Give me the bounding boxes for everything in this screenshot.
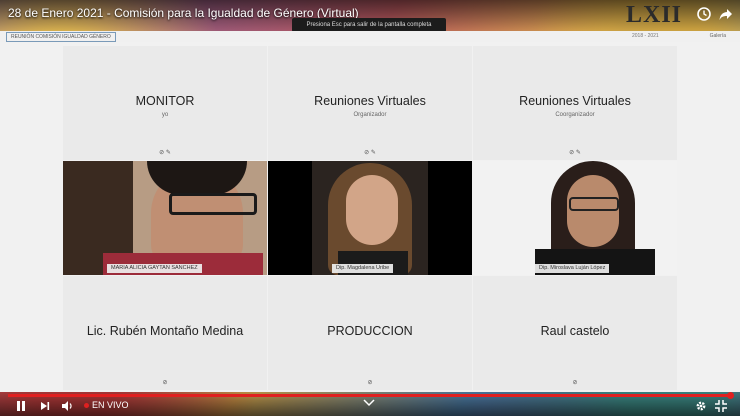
meeting-name-tag: REUNIÓN COMISIÓN IGUALDAD GÉNERO [6, 32, 116, 42]
participant-name: PRODUCCION [327, 324, 413, 338]
exit-fullscreen-icon[interactable] [714, 399, 728, 413]
gallery-grid: MONITOR yo ⊘ ✎ Reuniones Virtuales Organ… [63, 46, 677, 390]
participant-tile[interactable]: Lic. Rubén Montaño Medina ⊘ [63, 276, 267, 390]
mic-muted-icon: ⊘ [572, 380, 578, 386]
volume-icon[interactable] [60, 399, 74, 413]
participant-name-label: MARIA ALICIA GAYTAN SANCHEZ [107, 264, 202, 273]
participant-tile[interactable]: Raul castelo ⊘ [473, 276, 677, 390]
skip-next-icon[interactable] [38, 399, 52, 413]
legislature-period: 2018 - 2021 [632, 33, 659, 39]
participant-video-tile[interactable]: MARIA ALICIA GAYTAN SANCHEZ [63, 161, 267, 275]
meeting-info-strip: REUNIÓN COMISIÓN IGUALDAD GÉNERO 2018 - … [0, 31, 740, 42]
settings-gear-icon[interactable] [694, 399, 708, 413]
mic-muted-icon: ⊘ ✎ [159, 150, 171, 156]
participant-video-tile[interactable]: Dip. Miroslava Luján López [473, 161, 677, 275]
watch-later-icon[interactable] [696, 6, 712, 22]
mic-muted-icon: ⊘ ✎ [364, 150, 376, 156]
eyeglasses [169, 193, 257, 215]
share-icon[interactable] [718, 6, 734, 22]
participant-face [567, 175, 619, 247]
participant-name: Reuniones Virtuales [314, 94, 426, 108]
view-mode-label[interactable]: Galería [710, 33, 726, 39]
participant-face [346, 175, 398, 245]
participant-role: Organizador [353, 112, 387, 118]
progress-bar[interactable] [8, 394, 732, 397]
participant-name: Raul castelo [540, 324, 610, 338]
participant-role: yo [161, 112, 169, 118]
mic-muted-icon: ⊘ [162, 380, 168, 386]
participant-video-tile[interactable]: Dip. Magdalena Uribe [268, 161, 472, 275]
participant-tile[interactable]: MONITOR yo ⊘ ✎ [63, 46, 267, 160]
eyeglasses [569, 197, 619, 211]
video-frame: 28 de Enero 2021 - Comisión para la Igua… [0, 0, 740, 416]
participant-name: MONITOR [135, 94, 195, 108]
chamber-logo: LXII [626, 2, 683, 28]
live-label: EN VIVO [92, 400, 129, 410]
meeting-app: MONITOR yo ⊘ ✎ Reuniones Virtuales Organ… [0, 42, 740, 392]
chevron-down-icon[interactable] [362, 398, 376, 408]
fullscreen-toast: Presiona Esc para salir de la pantalla c… [292, 18, 446, 32]
live-indicator[interactable]: EN VIVO [84, 400, 129, 410]
participant-tile[interactable]: PRODUCCION ⊘ [268, 276, 472, 390]
live-dot-icon [84, 403, 89, 409]
participant-tile[interactable]: Reuniones Virtuales Organizador ⊘ ✎ [268, 46, 472, 160]
participant-name-label: Dip. Magdalena Uribe [332, 264, 394, 273]
mic-muted-icon: ⊘ [367, 380, 373, 386]
pause-icon[interactable] [14, 399, 28, 413]
participant-role: Coorganizador [555, 112, 595, 118]
progress-scrubber[interactable] [727, 392, 734, 399]
participant-name-label: Dip. Miroslava Luján López [535, 264, 610, 273]
participant-name: Reuniones Virtuales [519, 94, 631, 108]
mic-muted-icon: ⊘ ✎ [569, 150, 581, 156]
participant-name: Lic. Rubén Montaño Medina [86, 324, 244, 338]
participant-tile[interactable]: Reuniones Virtuales Coorganizador ⊘ ✎ [473, 46, 677, 160]
